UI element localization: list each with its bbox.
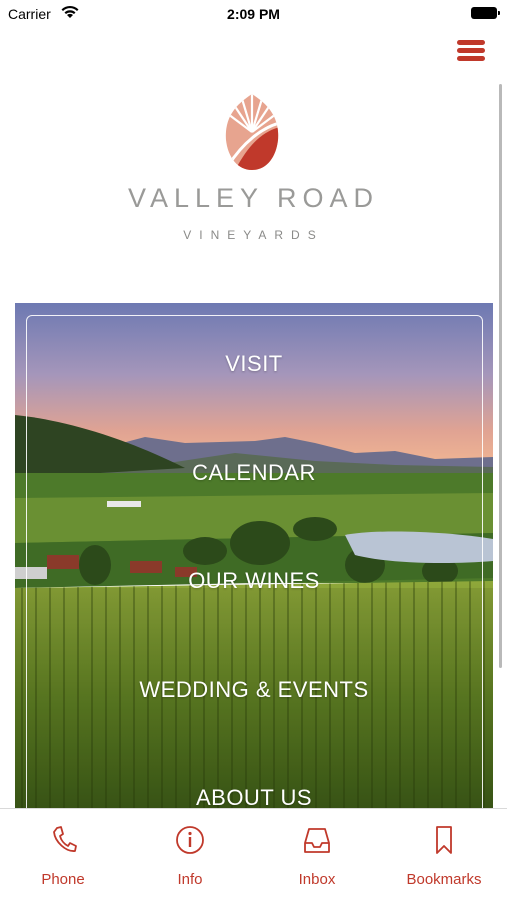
nav-wedding-events[interactable]: WEDDING & EVENTS: [15, 677, 493, 703]
phone-icon: [53, 826, 77, 852]
inbox-icon: [304, 828, 330, 853]
hero-navigation: VISIT CALENDAR OUR WINES WEDDING & EVENT…: [15, 303, 493, 810]
battery-icon: [471, 7, 500, 19]
status-bar: Carrier 2:09 PM: [0, 0, 507, 30]
navigation-frame: [26, 315, 483, 810]
nav-about-us[interactable]: ABOUT US: [15, 785, 493, 810]
tab-info-label: Info: [177, 871, 203, 888]
nav-our-wines[interactable]: OUR WINES: [15, 568, 493, 594]
tab-bookmarks-label: Bookmarks: [406, 871, 482, 888]
tab-info[interactable]: Info: [127, 809, 253, 901]
clock: 2:09 PM: [227, 6, 280, 22]
info-icon: [176, 826, 204, 854]
tab-phone[interactable]: Phone: [0, 809, 126, 901]
scrollbar[interactable]: [499, 84, 502, 668]
tab-phone-label: Phone: [41, 871, 85, 888]
tab-bar: Phone Info Inbox Bookmarks: [0, 808, 507, 901]
brand-name: VALLEY ROAD: [127, 183, 380, 213]
hamburger-menu-icon[interactable]: [457, 40, 485, 64]
nav-calendar[interactable]: CALENDAR: [15, 460, 493, 486]
nav-visit[interactable]: VISIT: [15, 351, 493, 377]
winery-logo: [225, 94, 279, 170]
tab-bookmarks[interactable]: Bookmarks: [381, 809, 507, 901]
tab-inbox[interactable]: Inbox: [254, 809, 380, 901]
brand-subtitle: VINEYARDS: [183, 228, 324, 242]
tab-inbox-label: Inbox: [298, 871, 336, 888]
bookmark-icon: [436, 826, 452, 854]
